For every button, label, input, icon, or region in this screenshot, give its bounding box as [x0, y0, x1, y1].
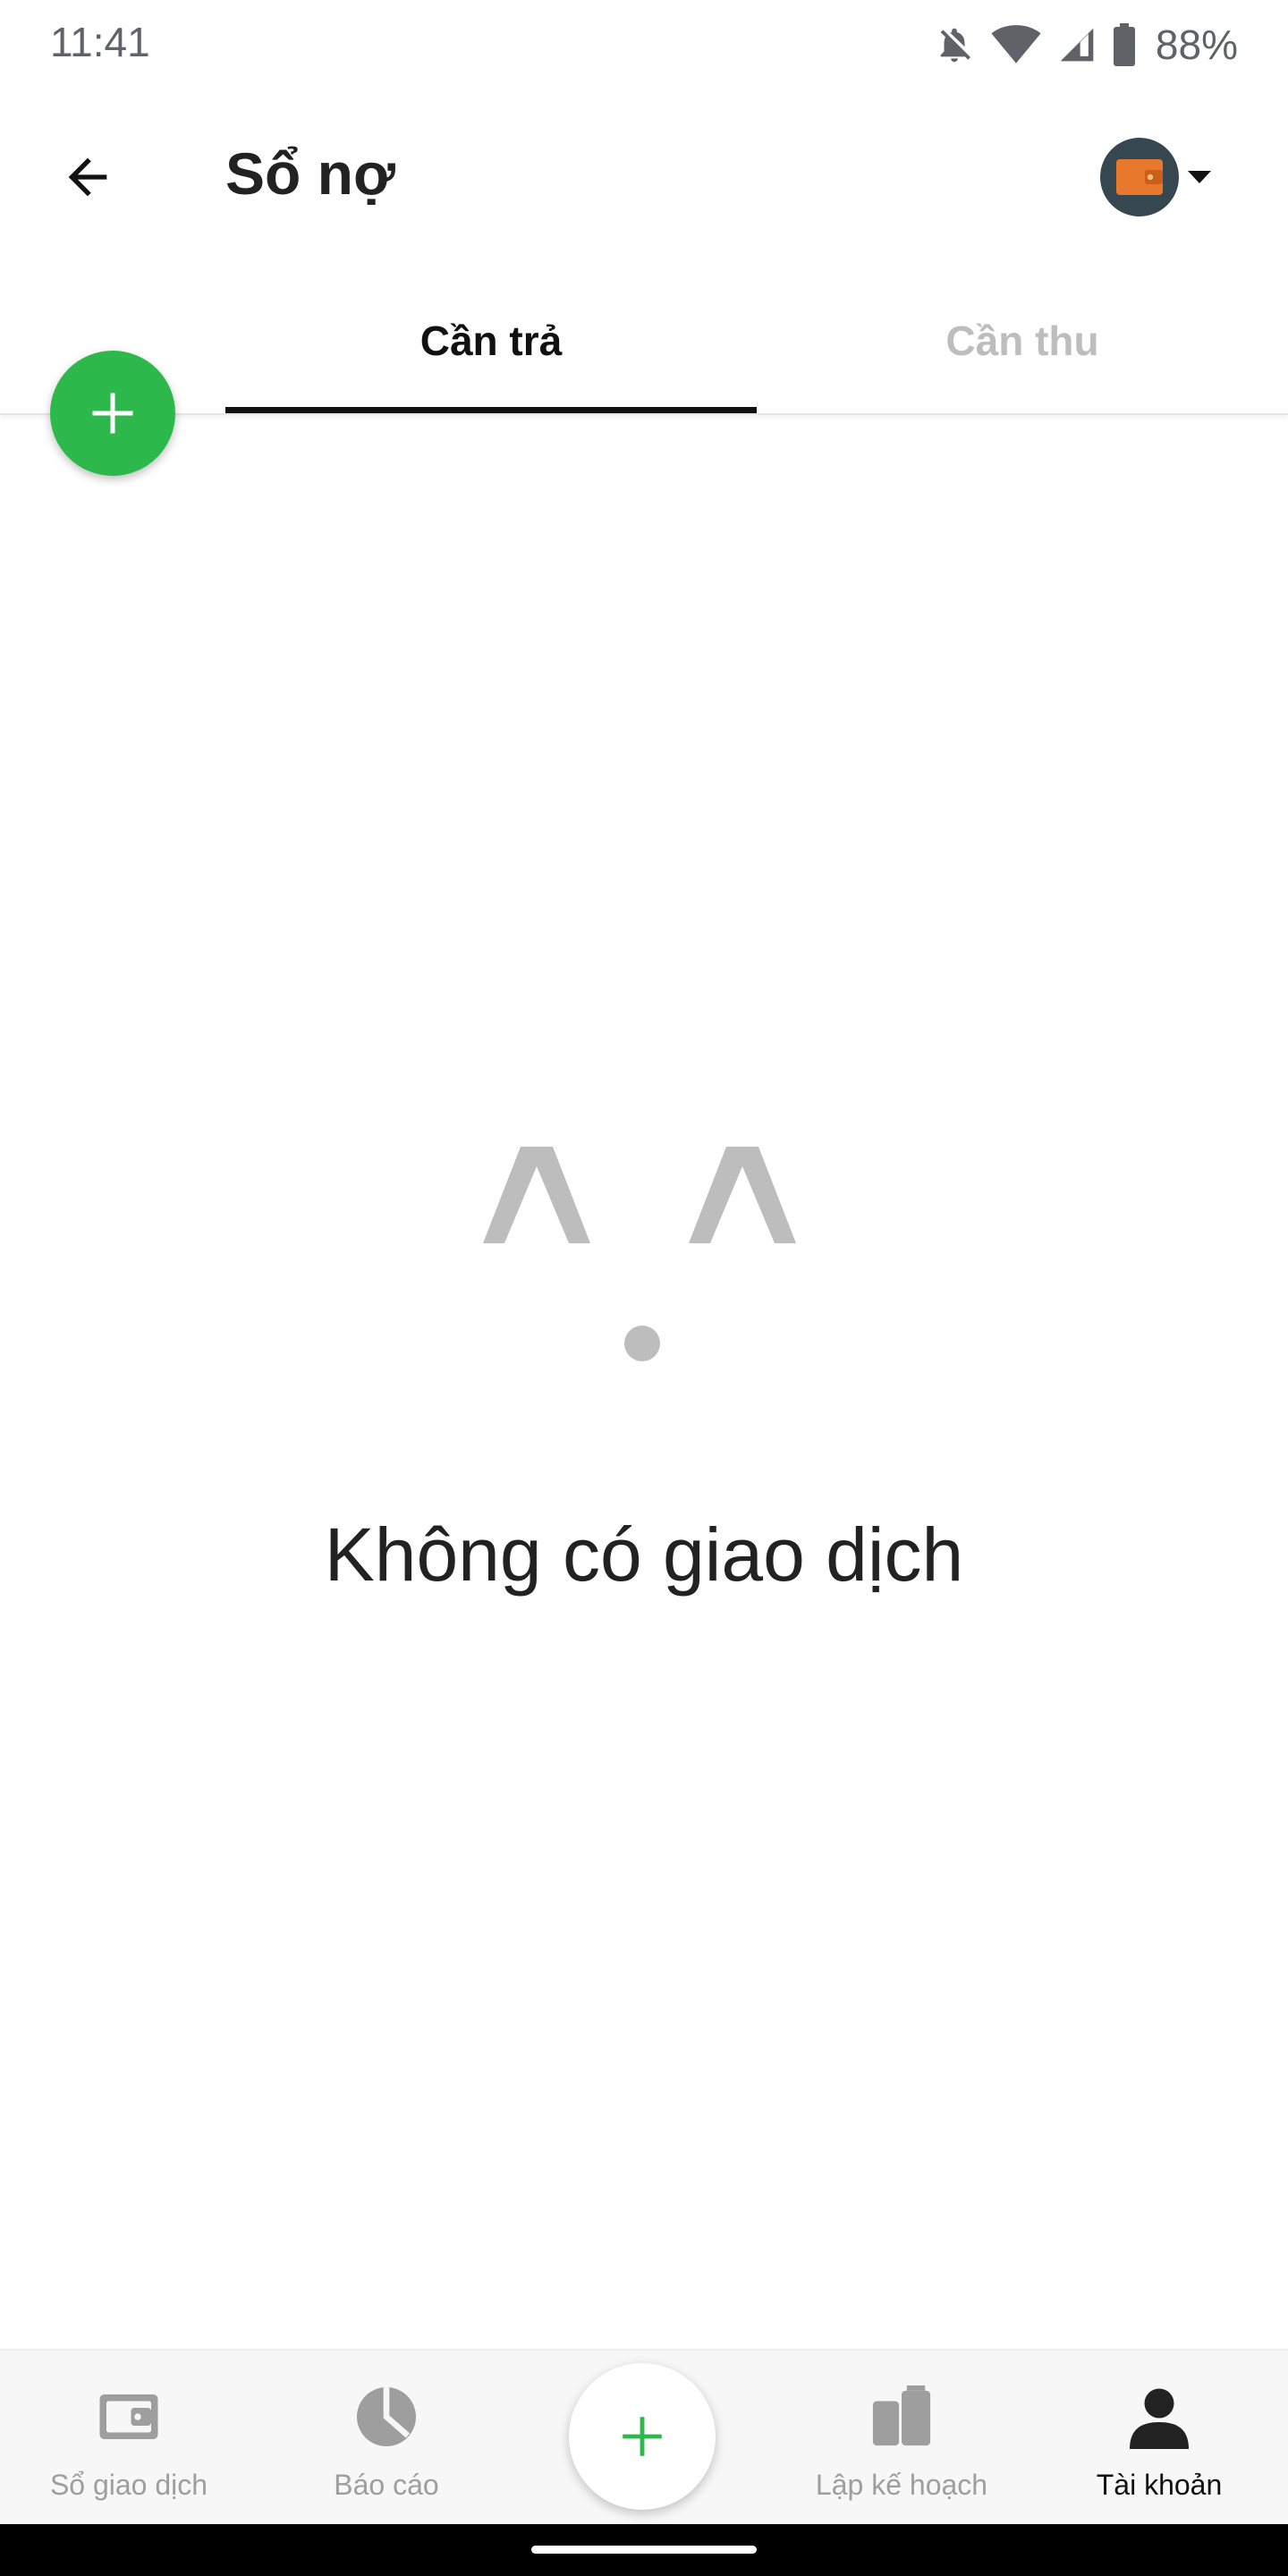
plus-icon [92, 393, 133, 434]
sad-face-icon [483, 1147, 796, 1361]
nav-item-bao-cao[interactable]: Báo cáo [258, 2351, 515, 2526]
status-bar: 11:41 88% [0, 0, 1288, 89]
page-title: Sổ nợ [225, 140, 395, 207]
empty-state-message: Không có giao dịch [324, 1513, 964, 1597]
status-time: 11:41 [50, 19, 150, 65]
planning-icon [872, 2385, 931, 2446]
plus-icon [623, 2417, 662, 2456]
nav-label: Lập kế hoạch [815, 2469, 988, 2501]
notifications-off-icon [940, 28, 970, 63]
nav-label: Sổ giao dịch [49, 2469, 208, 2501]
pie-chart-icon [357, 2387, 416, 2446]
nav-item-tai-khoan[interactable]: Tài khoản [1030, 2351, 1288, 2526]
app-bar: Sổ nợ [0, 89, 1288, 268]
nav-item-so-giao-dich[interactable]: Sổ giao dịch [0, 2351, 258, 2526]
screen: 11:41 88% Sổ nợ Cần trả Cần thu Không có… [0, 0, 1288, 2576]
add-transaction-button[interactable] [569, 2363, 716, 2510]
cellular-signal-icon [1060, 28, 1094, 62]
wallet-icon [99, 2394, 158, 2439]
battery-icon [1113, 23, 1135, 66]
back-button[interactable] [45, 134, 131, 220]
arrow-back-icon [68, 157, 107, 197]
wallet-selector[interactable] [1100, 134, 1216, 220]
nav-item-lap-ke-hoach[interactable]: Lập kế hoạch [773, 2351, 1030, 2526]
battery-level: 88% [1155, 21, 1238, 68]
tab-can-thu[interactable]: Cần thu [757, 268, 1288, 413]
nav-label: Tài khoản [1096, 2469, 1223, 2501]
wallet-avatar [1100, 138, 1179, 216]
tab-bar: Cần trả Cần thu [0, 268, 1288, 415]
chevron-down-icon [1188, 171, 1211, 183]
account-icon [1130, 2388, 1189, 2449]
wallet-icon [1116, 159, 1163, 195]
nav-label: Báo cáo [334, 2469, 439, 2501]
home-handle[interactable] [531, 2546, 757, 2554]
add-debt-button[interactable] [50, 351, 175, 476]
tab-can-tra[interactable]: Cần trả [225, 268, 757, 413]
wifi-icon [991, 25, 1041, 64]
status-icons: 88% [934, 20, 1238, 70]
system-navigation-bar [0, 2524, 1288, 2576]
